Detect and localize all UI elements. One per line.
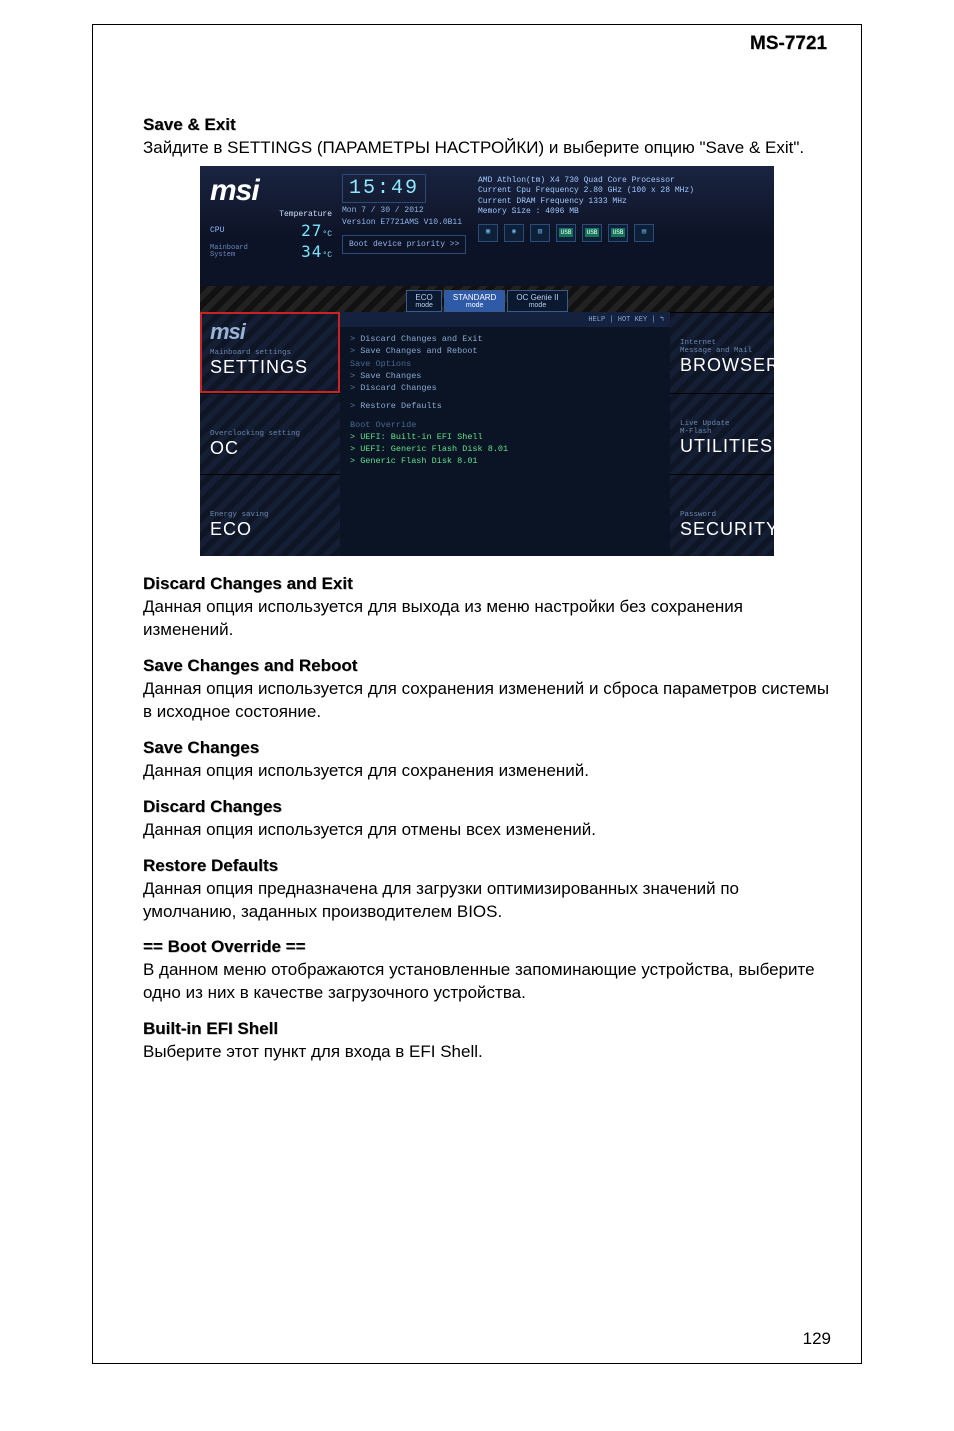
right-nav: Internet Message and Mail BROWSER Live U… <box>670 312 774 556</box>
heading-discard-changes: Discard Changes <box>143 797 831 817</box>
body-builtin-efi: Выберите этот пункт для входа в EFI Shel… <box>143 1041 831 1064</box>
menu-head-save-options: Save Options <box>350 357 660 370</box>
sysinfo-dram: Current DRAM Frequency 1333 MHz <box>478 197 768 207</box>
heading-discard-exit: Discard Changes and Exit <box>143 574 831 594</box>
body-restore-defaults: Данная опция предназначена для загрузки … <box>143 878 831 924</box>
menu-head-boot-override: Boot Override <box>350 418 660 431</box>
tab-eco-mode[interactable]: ECOmode <box>406 290 442 312</box>
body-boot-override: В данном меню отображаются установленные… <box>143 959 831 1005</box>
menu-uefi-flash-disk[interactable]: UEFI: Generic Flash Disk 8.01 <box>350 443 660 455</box>
mb-temp-value: 34 <box>301 242 322 261</box>
menu-discard-exit[interactable]: Discard Changes and Exit <box>350 333 660 345</box>
cpu-label: CPU <box>210 226 224 235</box>
device-icon[interactable]: ◉ <box>504 224 524 242</box>
menu-save-changes[interactable]: Save Changes <box>350 370 660 382</box>
body-discard-exit: Данная опция используется для выхода из … <box>143 596 831 642</box>
tile-security[interactable]: Password SECURITY <box>670 474 774 555</box>
body-save-changes: Данная опция используется для сохранения… <box>143 760 831 783</box>
tab-oc-genie-mode[interactable]: OC Genie IImode <box>507 290 567 312</box>
manual-page: MS-7721 Save & Exit Зайдите в SETTINGS (… <box>92 24 862 1364</box>
mb-temp-unit: °C <box>322 251 332 260</box>
menu-discard-changes[interactable]: Discard Changes <box>350 382 660 394</box>
left-nav: msi Mainboard settings SETTINGS Overcloc… <box>200 312 340 556</box>
device-icon[interactable]: ▤ <box>634 224 654 242</box>
body-save-exit: Зайдите в SETTINGS (ПАРАМЕТРЫ НАСТРОЙКИ)… <box>143 137 831 160</box>
system-label: System <box>210 251 235 259</box>
heading-boot-override: == Boot Override == <box>143 937 831 957</box>
body-discard-changes: Данная опция используется для отмены все… <box>143 819 831 842</box>
menu-save-reboot[interactable]: Save Changes and Reboot <box>350 345 660 357</box>
header-model: MS-7721 <box>143 33 831 55</box>
usb-icon[interactable]: USB <box>608 224 628 242</box>
heading-save-reboot: Save Changes and Reboot <box>143 656 831 676</box>
msi-logo: msi <box>210 174 332 208</box>
bios-top-panel: msi Temperature CPU 27°C Mainboard Syste… <box>200 166 774 286</box>
tile-utilities[interactable]: Live Update M-Flash UTILITIES <box>670 393 774 474</box>
help-hotkey-bar[interactable]: HELP | HOT KEY | ↰ <box>340 312 670 327</box>
page-number: 129 <box>803 1329 831 1349</box>
heading-builtin-efi: Built-in EFI Shell <box>143 1019 831 1039</box>
tab-standard-mode[interactable]: STANDARDmode <box>444 290 505 312</box>
cpu-temp-unit: °C <box>322 230 332 239</box>
boot-device-icons: ▣ ◉ ▥ USB USB USB ▤ <box>478 224 768 242</box>
cpu-temp-value: 27 <box>301 221 322 240</box>
mode-tabs: ECOmode STANDARDmode OC Genie IImode <box>200 286 774 312</box>
bios-version: Version E7721AMS V10.0B11 <box>342 218 472 227</box>
tile-eco[interactable]: Energy saving ECO <box>200 474 340 555</box>
usb-icon[interactable]: USB <box>582 224 602 242</box>
heading-restore-defaults: Restore Defaults <box>143 856 831 876</box>
date-value: Mon 7 / 30 / 2012 <box>342 206 472 215</box>
heading-save-exit: Save & Exit <box>143 115 831 135</box>
tile-oc[interactable]: Overclocking setting OC <box>200 393 340 474</box>
clock-value: 15:49 <box>342 174 426 203</box>
temperature-label: Temperature <box>210 210 332 219</box>
usb-icon[interactable]: USB <box>556 224 576 242</box>
device-icon[interactable]: ▣ <box>478 224 498 242</box>
menu-generic-flash-disk[interactable]: Generic Flash Disk 8.01 <box>350 455 660 467</box>
menu-restore-defaults[interactable]: Restore Defaults <box>350 400 660 412</box>
menu-uefi-efi-shell[interactable]: UEFI: Built-in EFI Shell <box>350 431 660 443</box>
sysinfo-cpu: AMD Athlon(tm) X4 730 Quad Core Processo… <box>478 176 768 186</box>
menu-panel: HELP | HOT KEY | ↰ Discard Changes and E… <box>340 312 670 556</box>
tile-settings[interactable]: msi Mainboard settings SETTINGS <box>200 312 340 393</box>
device-icon[interactable]: ▥ <box>530 224 550 242</box>
boot-priority-button[interactable]: Boot device priority >> <box>342 235 466 254</box>
heading-save-changes: Save Changes <box>143 738 831 758</box>
sysinfo-mem: Memory Size : 4096 MB <box>478 207 768 217</box>
sysinfo-freq: Current Cpu Frequency 2.80 GHz (100 x 28… <box>478 186 768 196</box>
tile-browser[interactable]: Internet Message and Mail BROWSER <box>670 312 774 393</box>
bios-screenshot: F12 Language X msi Temperature CPU 27°C … <box>200 166 774 556</box>
body-save-reboot: Данная опция используется для сохранения… <box>143 678 831 724</box>
